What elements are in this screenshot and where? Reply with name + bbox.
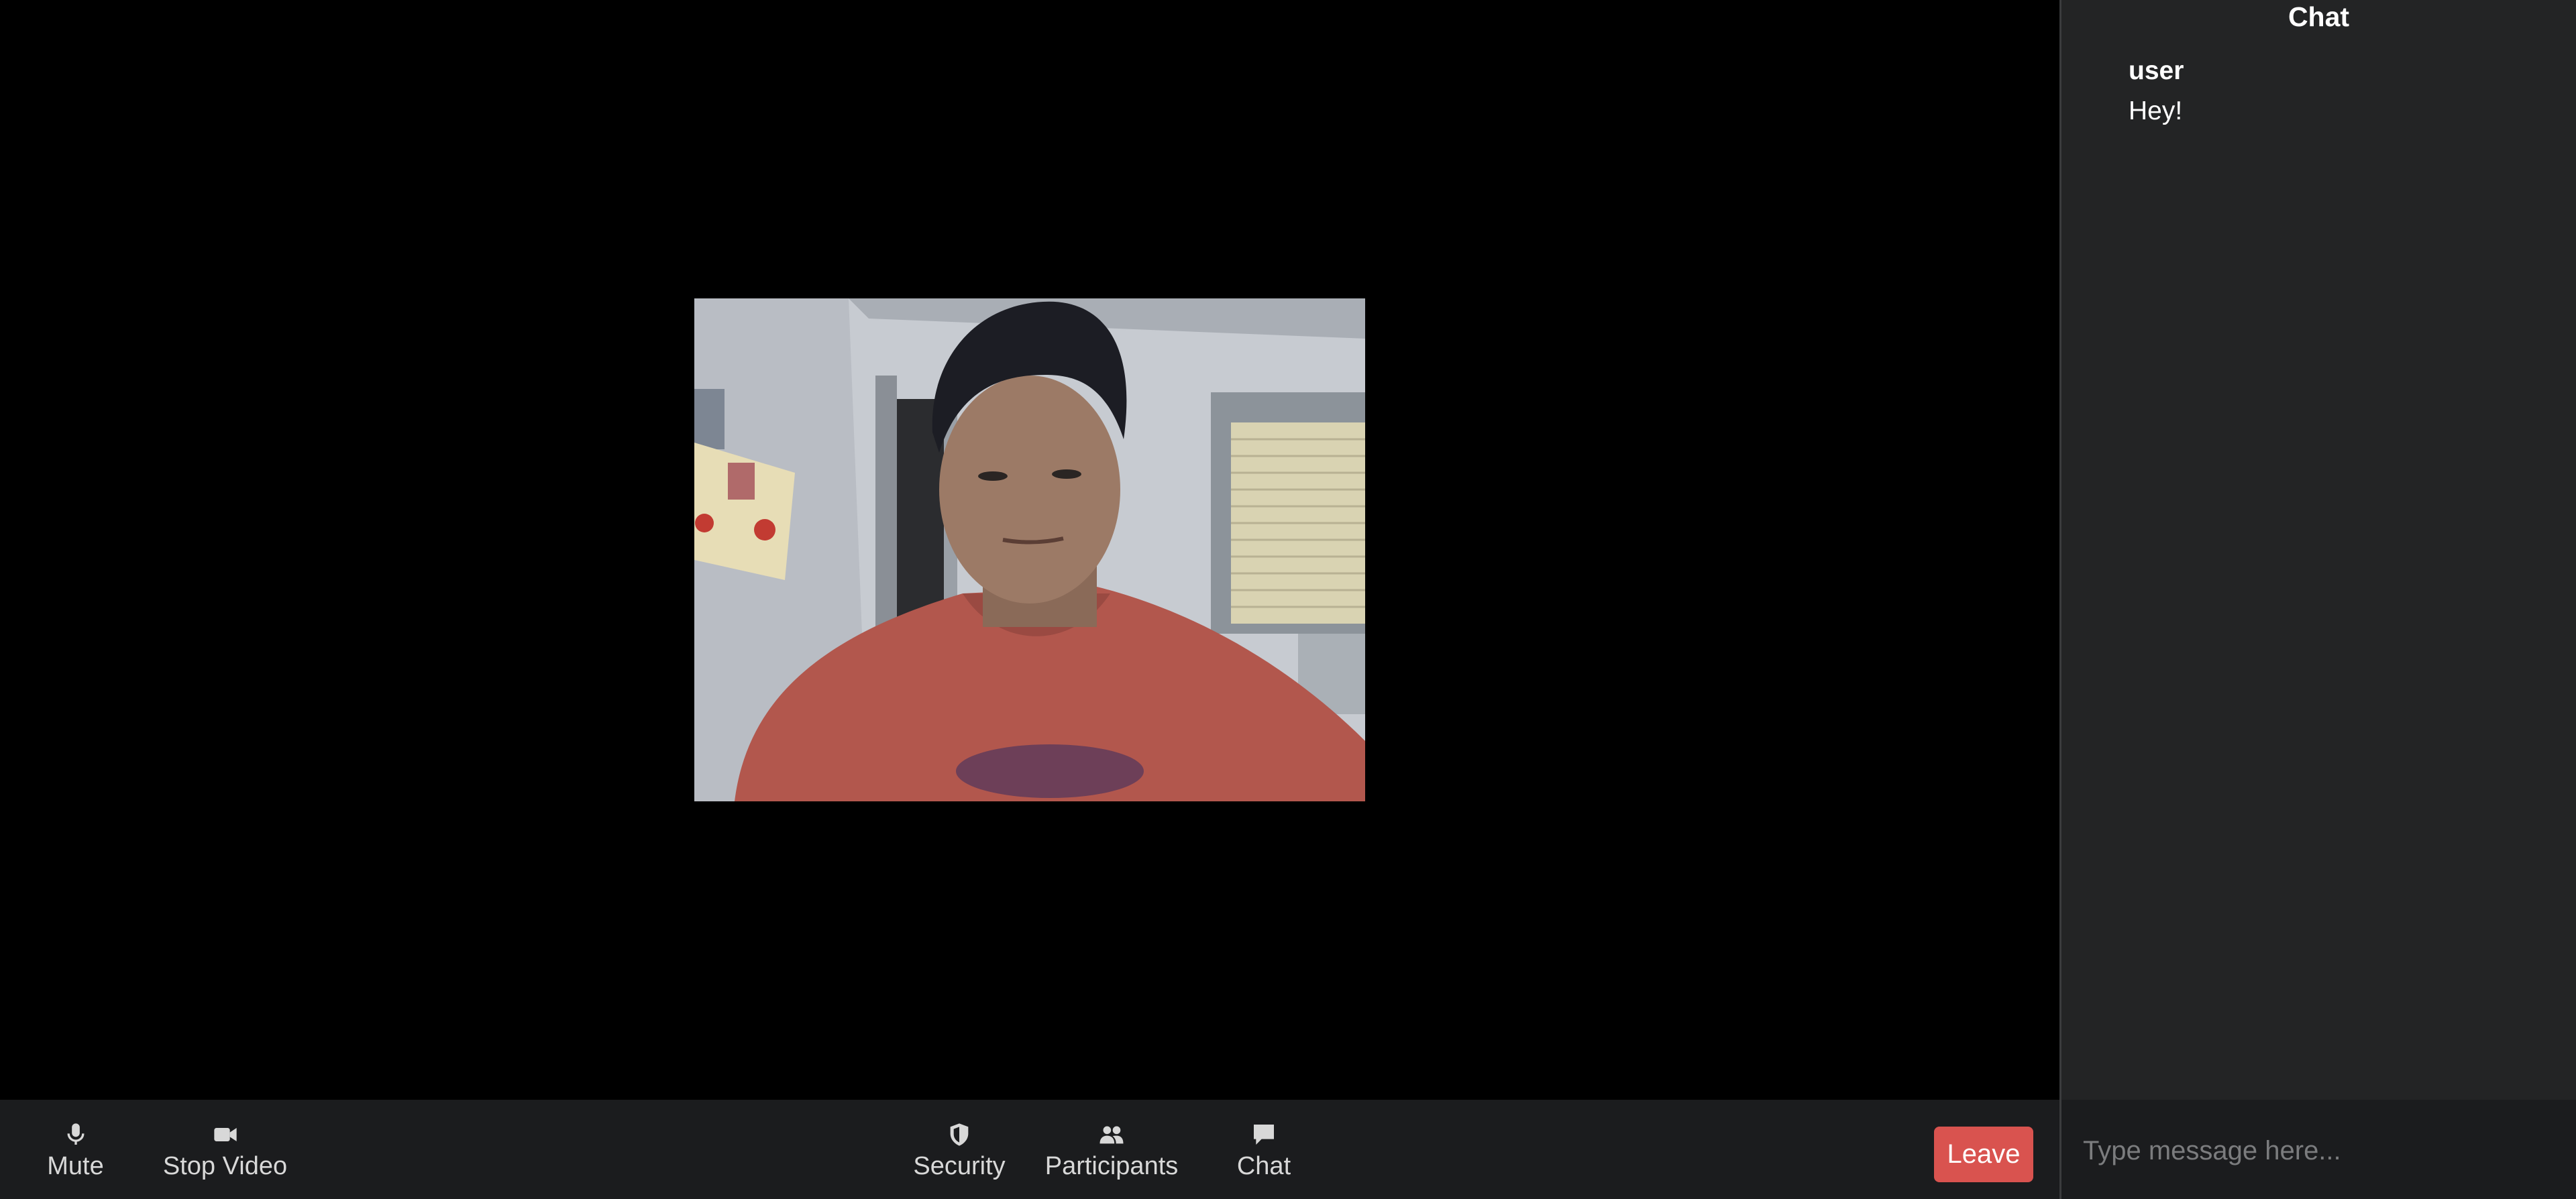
- participants-icon: [1097, 1120, 1126, 1149]
- chat-input-bar: [2061, 1100, 2576, 1199]
- chat-panel: Chat user Hey!: [2059, 0, 2576, 1199]
- meeting-video-area: [0, 0, 2059, 1100]
- meeting-toolbar: Mute Stop Video Security Participants Ch…: [0, 1100, 2059, 1199]
- mute-label: Mute: [47, 1152, 104, 1180]
- chat-bubble-icon: [1249, 1120, 1279, 1149]
- microphone-icon: [61, 1120, 91, 1149]
- mute-button[interactable]: Mute: [40, 1120, 111, 1187]
- chat-label: Chat: [1236, 1152, 1291, 1180]
- webcam-image: [694, 298, 1365, 801]
- chat-panel-title: Chat: [2288, 1, 2350, 32]
- chat-message-input[interactable]: [2082, 1124, 2551, 1178]
- stop-video-button[interactable]: Stop Video: [153, 1120, 297, 1187]
- leave-button[interactable]: Leave: [1934, 1127, 2033, 1182]
- stop-video-label: Stop Video: [162, 1152, 288, 1180]
- participant-video-feed[interactable]: [694, 298, 1365, 801]
- participants-button[interactable]: Participants: [1041, 1120, 1182, 1187]
- chat-message-text: Hey!: [2129, 97, 2183, 125]
- chat-button[interactable]: Chat: [1233, 1120, 1295, 1187]
- security-button[interactable]: Security: [909, 1120, 1010, 1187]
- chat-message-sender: user: [2129, 56, 2184, 85]
- participants-label: Participants: [1044, 1152, 1179, 1180]
- chat-message: user Hey!: [2129, 51, 2184, 131]
- shield-icon: [945, 1120, 974, 1149]
- security-label: Security: [913, 1152, 1006, 1180]
- video-camera-icon: [211, 1120, 240, 1149]
